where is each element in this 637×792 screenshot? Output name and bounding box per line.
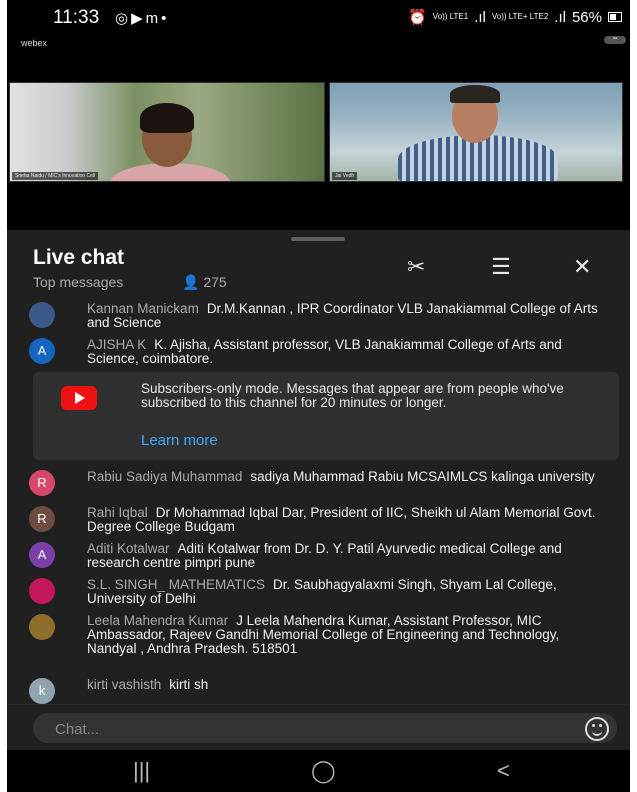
chat-text: K. Ajisha, Assistant professor, VLB Jana… [87,337,562,366]
person-icon: 👤 [182,274,200,290]
video-player[interactable]: webex ▪▪ Sneha Naidu / MIC's Innovation … [7,36,630,230]
chat-message: A AJISHA K K. Ajisha, Assistant professor… [29,338,611,366]
chat-message: k kirti vashisth kirti sh [29,678,611,704]
notification-icons: ◎▶m• [115,9,169,27]
chat-message-content: Leela Mahendra Kumar J Leela Mahendra Kum… [87,614,611,656]
chat-message: A Aditi Kotalwar Aditi Kotalwar from Dr. … [29,542,611,570]
signal-2-icon: .ıl [554,8,566,26]
phone-screen: 11:33 ◎▶m• ⏰ Vo)) LTE1 .ıl Vo)) LTE+ LTE… [7,0,630,792]
youtube-icon: ▶ [131,10,146,27]
viewer-count-value: 275 [203,274,227,290]
chat-author[interactable]: Leela Mahendra Kumar [87,613,228,628]
close-icon[interactable]: ✕ [573,254,591,280]
home-button[interactable]: ◯ [311,758,336,784]
chat-message-content: Rabiu Sadiya Muhammad sadiya Muhammad Rab… [87,470,611,484]
chat-title: Live chat [33,246,125,269]
subscribers-only-notice: Subscribers-only mode. Messages that app… [33,372,619,460]
chat-message-content: kirti vashisth kirti sh [87,678,611,692]
chat-text: Dr Mohammad Iqbal Dar, President of IIC,… [87,505,596,534]
recent-apps-button[interactable]: ||| [133,758,150,784]
participant-name: Jai Vedh [332,172,358,180]
chat-input[interactable] [53,718,557,740]
chat-author[interactable]: Rahi Iqbal [87,505,148,520]
avatar: R [29,470,55,496]
chat-message-content: Rahi Iqbal Dr Mohammad Iqbal Dar, Preside… [87,506,611,534]
back-button[interactable]: < [497,758,510,784]
chat-author[interactable]: AJISHA K [87,337,146,352]
avatar: A [29,542,55,568]
chat-message-content: AJISHA K K. Ajisha, Assistant professor, … [87,338,611,366]
gmail-icon: m [145,10,162,27]
dot-icon: • [161,10,170,27]
avatar: R [29,506,55,532]
drag-handle[interactable] [291,237,345,241]
notice-text: Subscribers-only mode. Messages that app… [141,381,564,410]
avatar: A [29,338,55,364]
chat-author[interactable]: Aditi Kotalwar [87,541,170,556]
participant-tile: Jai Vedh [329,82,623,182]
participant-name: Sneha Naidu / MIC's Innovation Cell [12,172,99,180]
avatar [29,578,55,604]
learn-more-link[interactable]: Learn more [141,432,218,449]
chat-author[interactable]: Kannan Manickam [87,301,199,316]
chat-text: sadiya Muhammad Rabiu MCSAIMLCS kalinga … [250,469,595,484]
participant-hair [140,103,194,133]
chat-author[interactable]: kirti vashisth [87,677,161,692]
chat-mode-dropdown[interactable]: Top messages [33,274,123,290]
signal-1-label: Vo)) LTE1 [432,12,469,21]
signal-2-label: Vo)) LTE+ LTE2 [491,12,549,21]
youtube-icon [61,386,97,410]
participant-tile: Sneha Naidu / MIC's Innovation Cell [9,82,325,182]
chat-message: R Rabiu Sadiya Muhammad sadiya Muhammad R… [29,470,611,496]
avatar [29,614,55,640]
chat-message-content: Aditi Kotalwar Aditi Kotalwar from Dr. D.… [87,542,611,570]
chat-text: kirti sh [169,677,209,692]
video-overlay-button[interactable]: ▪▪ [604,36,626,44]
chat-author[interactable]: S.L. SINGH_ MATHEMATICS [87,577,265,592]
avatar [29,302,55,328]
alarm-icon: ⏰ [408,9,427,26]
chat-message: R Rahi Iqbal Dr Mohammad Iqbal Dar, Presi… [29,506,611,534]
battery-text: 56% [571,8,602,26]
signal-1-icon: .ıl [474,8,486,26]
chat-input-bar [7,704,630,751]
android-nav-bar: ||| ◯ < [7,750,630,792]
live-chat-panel: Live chat Top messages 👤 275 ✂ ☰ ✕ Kanna… [7,230,630,792]
battery-icon [608,12,622,22]
chat-message: Leela Mahendra Kumar J Leela Mahendra Kum… [29,614,611,656]
viewer-count: 👤 275 [182,274,227,291]
avatar: k [29,678,55,704]
chat-message-content: S.L. SINGH_ MATHEMATICS Dr. Saubhagyalaxm… [87,578,611,606]
status-right: ⏰ Vo)) LTE1 .ıl Vo)) LTE+ LTE2 .ıl 56% [408,8,622,26]
whatsapp-icon: ◎ [115,10,132,27]
status-time: 11:33 [53,7,100,28]
chat-message: Kannan Manickam Dr.M.Kannan , IPR Coordin… [29,302,611,330]
tune-icon[interactable]: ☰ [491,254,511,280]
chat-message: S.L. SINGH_ MATHEMATICS Dr. Saubhagyalaxm… [29,578,611,606]
participant-hair [450,85,500,103]
chat-author[interactable]: Rabiu Sadiya Muhammad [87,469,242,484]
webex-logo: webex [21,38,48,48]
chat-input-field [33,713,617,743]
emoji-icon[interactable] [585,717,609,741]
chat-message-content: Kannan Manickam Dr.M.Kannan , IPR Coordin… [87,302,611,330]
scissors-icon[interactable]: ✂ [407,254,425,280]
status-bar: 11:33 ◎▶m• ⏰ Vo)) LTE1 .ıl Vo)) LTE+ LTE… [7,0,630,36]
